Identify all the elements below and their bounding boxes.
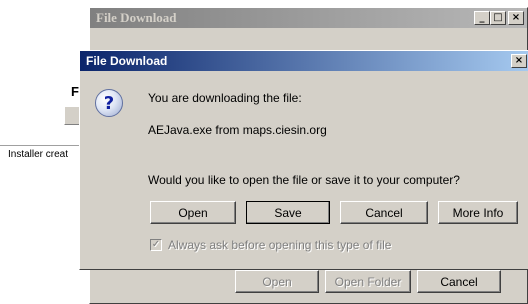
- always-ask-checkbox[interactable]: ✓: [150, 239, 162, 251]
- downloading-label: You are downloading the file:: [148, 91, 302, 105]
- divider: [0, 145, 90, 146]
- close-button[interactable]: ×: [508, 11, 524, 25]
- back-dialog-title: File Download: [96, 10, 177, 25]
- installer-status-text: Installer creat: [8, 149, 69, 160]
- back-cancel-button[interactable]: Cancel: [417, 270, 501, 293]
- save-button[interactable]: Save: [246, 201, 330, 224]
- close-button[interactable]: ×: [511, 54, 527, 68]
- question-icon: ?: [95, 89, 123, 117]
- always-ask-option: ✓ Always ask before opening this type of…: [150, 238, 391, 252]
- dialog-buttons: Open Save Cancel More Info: [150, 201, 518, 224]
- dialog-title: File Download: [86, 54, 168, 68]
- page-heading-fragment: F: [71, 84, 79, 99]
- open-or-save-question: Would you like to open the file or save …: [148, 173, 460, 187]
- cancel-button[interactable]: Cancel: [340, 201, 428, 224]
- file-name-text: AEJava.exe from maps.ciesin.org: [148, 123, 327, 137]
- title-bar[interactable]: File Download ×: [80, 51, 528, 71]
- maximize-button[interactable]: □: [490, 11, 506, 25]
- open-button[interactable]: Open: [150, 201, 236, 224]
- file-download-dialog: File Download × ? You are downloading th…: [79, 50, 528, 270]
- open-folder-button[interactable]: Open Folder: [325, 270, 411, 293]
- always-ask-label: Always ask before opening this type of f…: [168, 238, 392, 252]
- minimize-button[interactable]: _: [474, 11, 490, 25]
- back-open-button[interactable]: Open: [235, 270, 319, 293]
- back-dialog-buttons: Open Open Folder Cancel: [235, 270, 501, 293]
- back-title-bar[interactable]: File Download _ □ ×: [90, 8, 527, 28]
- more-info-button[interactable]: More Info: [438, 201, 518, 224]
